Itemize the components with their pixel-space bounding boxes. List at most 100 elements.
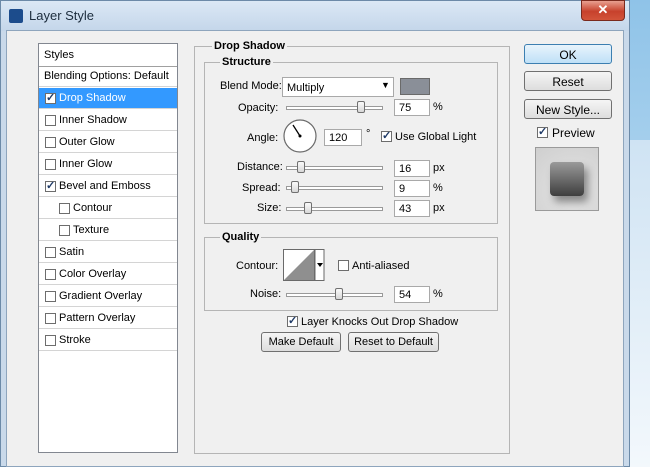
style-item-contour[interactable]: Contour: [39, 198, 177, 219]
opacity-slider-thumb[interactable]: [357, 101, 365, 113]
noise-value: 54: [399, 289, 412, 301]
size-input[interactable]: 43: [394, 200, 430, 217]
style-item-checkbox[interactable]: [59, 225, 70, 236]
style-item-label: Inner Shadow: [59, 114, 127, 126]
distance-value: 16: [399, 163, 412, 175]
ok-button[interactable]: OK: [524, 44, 612, 64]
style-item-checkbox[interactable]: [45, 335, 56, 346]
styles-list-header[interactable]: Styles: [39, 44, 177, 67]
style-item-label: Inner Glow: [59, 158, 113, 170]
spread-label: Spread:: [242, 182, 281, 194]
style-item-checkbox[interactable]: [45, 115, 56, 126]
style-item-checkbox[interactable]: [45, 291, 56, 302]
style-item-label: Texture: [73, 224, 110, 236]
angle-dial[interactable]: [282, 118, 318, 154]
style-item-stroke[interactable]: Stroke: [39, 330, 177, 351]
noise-label: Noise:: [250, 288, 282, 300]
style-item-pattern-overlay[interactable]: Pattern Overlay: [39, 308, 177, 329]
style-item-satin[interactable]: Satin: [39, 242, 177, 263]
style-item-checkbox[interactable]: [45, 137, 56, 148]
style-item-checkbox[interactable]: [59, 203, 70, 214]
style-item-label: Satin: [59, 246, 85, 258]
style-item-label: Contour: [73, 202, 113, 214]
chevron-down-icon: ▼: [381, 80, 390, 90]
anti-aliased-checkbox[interactable]: [338, 260, 349, 271]
size-unit: px: [433, 202, 445, 214]
style-item-checkbox[interactable]: [45, 313, 56, 324]
blend-mode-value: Multiply: [287, 82, 325, 94]
new-style-label: New Style...: [535, 103, 601, 117]
opacity-slider-track[interactable]: [286, 106, 383, 110]
style-item-inner-glow[interactable]: Inner Glow: [39, 154, 177, 175]
style-item-color-overlay[interactable]: Color Overlay: [39, 264, 177, 285]
contour-label: Contour:: [236, 260, 279, 272]
style-item-drop-shadow[interactable]: Drop Shadow: [39, 88, 177, 109]
opacity-value: 75: [399, 102, 412, 114]
spread-value: 9: [399, 183, 406, 195]
size-slider-thumb[interactable]: [304, 202, 312, 214]
drop-shadow-title: Drop Shadow: [212, 40, 287, 52]
noise-slider-thumb[interactable]: [335, 288, 343, 300]
opacity-input[interactable]: 75: [394, 99, 430, 116]
preview-swatch-shape: [550, 162, 584, 196]
styles-list-header-label: Styles: [44, 49, 74, 61]
style-item-checkbox[interactable]: [45, 179, 56, 192]
anti-aliased-label[interactable]: Anti-aliased: [352, 260, 409, 272]
style-item-checkbox[interactable]: [45, 247, 56, 258]
reset-to-default-button[interactable]: Reset to Default: [348, 332, 439, 352]
layer-knocks-out-checkbox[interactable]: [287, 314, 298, 327]
style-item-outer-glow[interactable]: Outer Glow: [39, 132, 177, 153]
reset-button[interactable]: Reset: [524, 71, 612, 91]
distance-unit: px: [433, 162, 445, 174]
style-item-checkbox[interactable]: [45, 91, 56, 104]
size-label: Size:: [257, 202, 282, 214]
make-default-button[interactable]: Make Default: [261, 332, 341, 352]
reset-label: Reset: [552, 75, 584, 89]
reset-to-default-label: Reset to Default: [354, 336, 433, 348]
app-icon: [9, 9, 23, 23]
style-item-label: Pattern Overlay: [59, 312, 136, 324]
style-preview-thumbnail: [535, 147, 599, 211]
style-item-gradient-overlay[interactable]: Gradient Overlay: [39, 286, 177, 307]
style-item-label: Drop Shadow: [59, 92, 126, 104]
noise-unit: %: [433, 288, 443, 300]
new-style-button[interactable]: New Style...: [524, 99, 612, 119]
shadow-color-swatch[interactable]: [400, 78, 430, 95]
quality-title: Quality: [220, 231, 262, 243]
style-item-label: Gradient Overlay: [59, 290, 143, 302]
window-title: Layer Style: [29, 8, 95, 23]
style-item-label: Stroke: [59, 334, 91, 346]
style-item-checkbox[interactable]: [45, 159, 56, 170]
contour-picker[interactable]: [283, 249, 325, 281]
quality-group: [204, 237, 498, 311]
preview-label[interactable]: Preview: [552, 126, 595, 140]
size-value: 43: [399, 203, 412, 215]
angle-input[interactable]: 120: [324, 129, 362, 146]
style-item-inner-shadow[interactable]: Inner Shadow: [39, 110, 177, 131]
structure-title: Structure: [220, 56, 273, 68]
use-global-light-label[interactable]: Use Global Light: [395, 131, 476, 143]
distance-label: Distance:: [237, 161, 283, 173]
ok-label: OK: [559, 48, 577, 62]
spread-slider-thumb[interactable]: [291, 181, 299, 193]
opacity-unit: %: [433, 101, 443, 113]
preview-checkbox[interactable]: [537, 125, 548, 138]
spread-input[interactable]: 9: [394, 180, 430, 197]
angle-unit: °: [366, 128, 371, 140]
style-item-bevel-and-emboss[interactable]: Bevel and Emboss: [39, 176, 177, 197]
style-item-checkbox[interactable]: [45, 269, 56, 280]
distance-input[interactable]: 16: [394, 160, 430, 177]
make-default-label: Make Default: [268, 336, 334, 348]
title-bar[interactable]: Layer Style ✕: [1, 0, 629, 31]
close-icon[interactable]: ✕: [581, 0, 625, 21]
spread-slider-track[interactable]: [286, 186, 383, 190]
style-item-blending-options-default[interactable]: Blending Options: Default: [39, 66, 177, 87]
layer-knocks-out-label[interactable]: Layer Knocks Out Drop Shadow: [301, 316, 458, 328]
blend-mode-label: Blend Mode:: [220, 80, 282, 92]
blend-mode-select[interactable]: Multiply ▼: [282, 77, 394, 97]
size-slider-track[interactable]: [286, 207, 383, 211]
noise-input[interactable]: 54: [394, 286, 430, 303]
distance-slider-thumb[interactable]: [297, 161, 305, 173]
style-item-texture[interactable]: Texture: [39, 220, 177, 241]
use-global-light-checkbox[interactable]: [381, 129, 392, 142]
